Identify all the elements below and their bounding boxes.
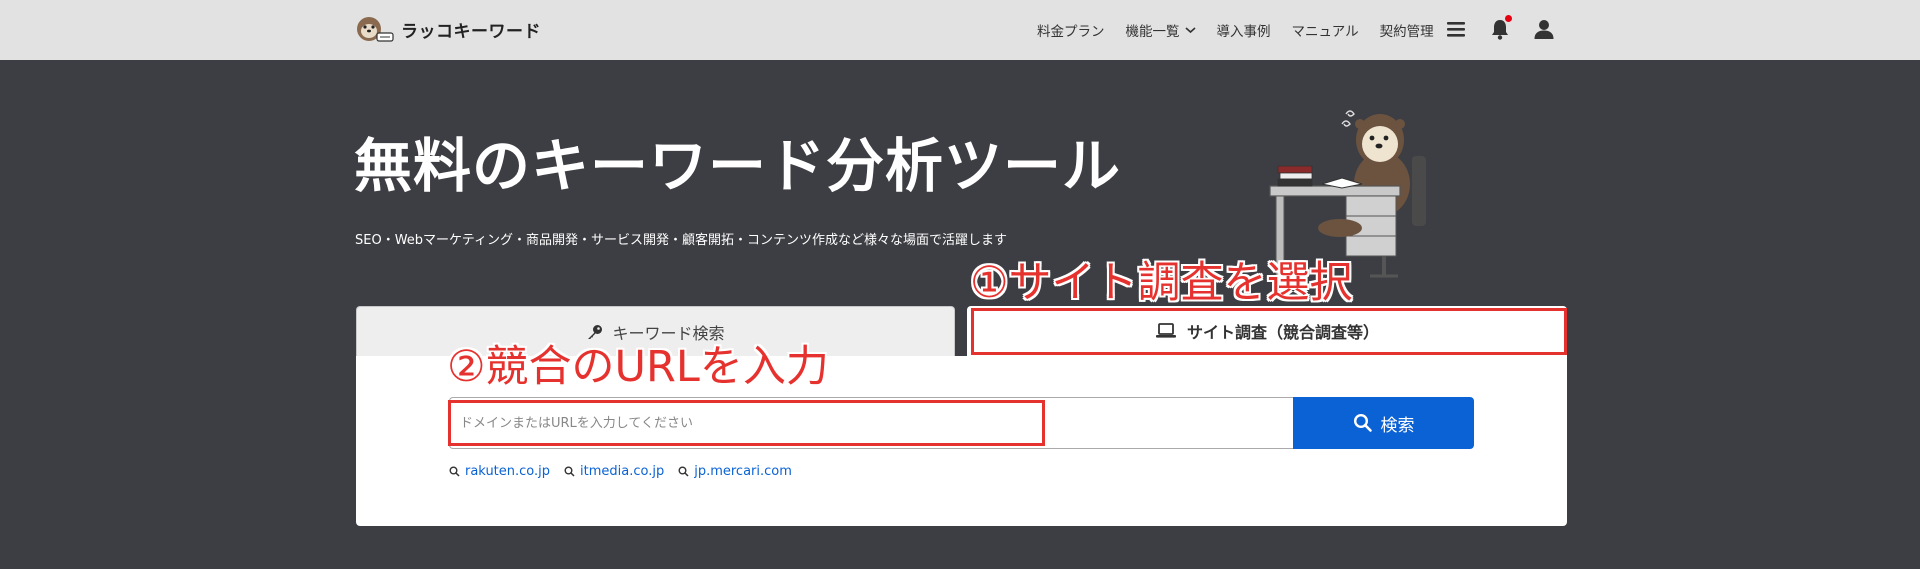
hamburger-icon[interactable] bbox=[1443, 16, 1469, 42]
example-domain-link[interactable]: itmedia.co.jp bbox=[564, 464, 664, 479]
laptop-icon bbox=[1155, 323, 1176, 338]
tab-site-research-label: サイト調査（競合調査等） bbox=[1186, 323, 1379, 342]
example-domain-text: jp.mercari.com bbox=[694, 464, 792, 479]
annotation-step-2: ②競合のURLを入力 bbox=[447, 342, 829, 392]
search-button[interactable]: 検索 bbox=[1293, 397, 1474, 449]
sea-otter-logo-icon bbox=[355, 14, 395, 44]
nav-manual[interactable]: マニュアル bbox=[1292, 20, 1359, 40]
main-nav: 料金プラン 機能一覧 導入事例 マニュアル 契約管理 bbox=[1037, 0, 1455, 60]
top-header: ラッコキーワード 料金プラン 機能一覧 導入事例 マニュアル 契約管理 bbox=[0, 0, 1920, 60]
example-domain-link[interactable]: rakuten.co.jp bbox=[449, 464, 550, 479]
nav-contract[interactable]: 契約管理 bbox=[1380, 20, 1434, 40]
user-icon[interactable] bbox=[1531, 16, 1557, 42]
search-icon bbox=[678, 466, 689, 477]
annotation-step-1: ①サイト調査を選択 bbox=[970, 258, 1353, 308]
search-icon bbox=[449, 466, 460, 477]
search-icon bbox=[564, 466, 575, 477]
page-subtitle: SEO・Webマーケティング・商品開発・サービス開発・顧客開拓・コンテンツ作成な… bbox=[355, 233, 1008, 248]
site-logo[interactable]: ラッコキーワード bbox=[355, 13, 541, 45]
logo-text: ラッコキーワード bbox=[401, 21, 541, 42]
bell-icon[interactable] bbox=[1487, 15, 1513, 42]
example-domain-text: rakuten.co.jp bbox=[465, 464, 551, 479]
example-domains: rakuten.co.jp itmedia.co.jp jp.mercari.c… bbox=[449, 464, 792, 479]
page-title: 無料のキーワード分析ツール bbox=[354, 132, 1122, 200]
tab-site-research[interactable]: サイト調査（競合調査等） bbox=[967, 306, 1567, 356]
nav-pricing[interactable]: 料金プラン bbox=[1037, 20, 1105, 40]
search-button-label: 検索 bbox=[1380, 415, 1415, 436]
nav-features[interactable]: 機能一覧 bbox=[1126, 20, 1196, 40]
nav-cases[interactable]: 導入事例 bbox=[1217, 20, 1271, 40]
example-domain-text: itmedia.co.jp bbox=[580, 464, 665, 479]
search-icon bbox=[1353, 413, 1372, 432]
domain-url-input[interactable] bbox=[449, 397, 1293, 449]
chevron-down-icon bbox=[1184, 27, 1196, 34]
notification-dot bbox=[1505, 15, 1512, 22]
nav-features-label: 機能一覧 bbox=[1125, 24, 1180, 40]
example-domain-link[interactable]: jp.mercari.com bbox=[678, 464, 792, 479]
